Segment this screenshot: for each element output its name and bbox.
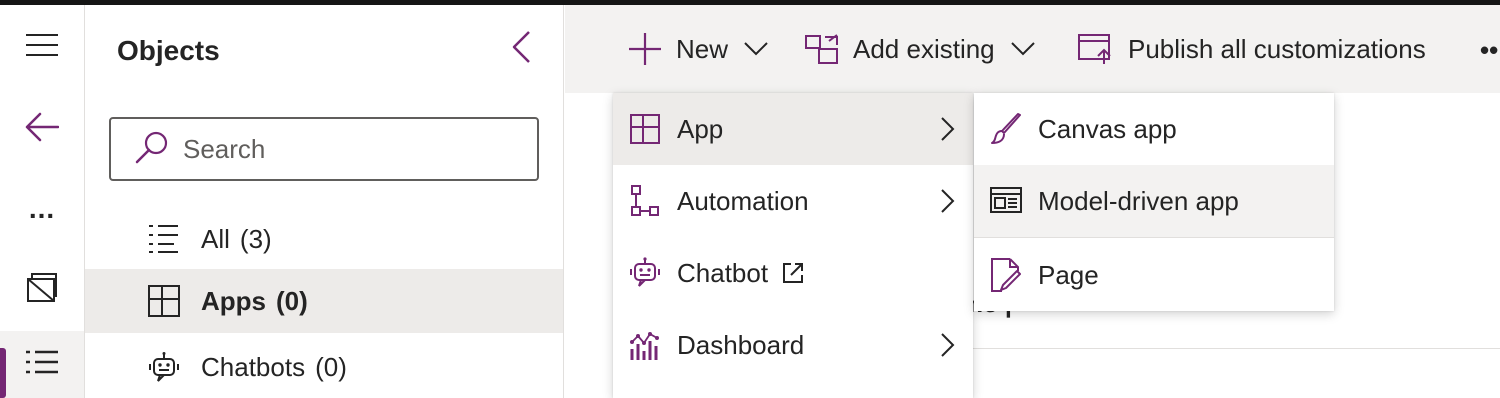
nav-item-label: Chatbots bbox=[201, 351, 306, 382]
new-button[interactable]: New bbox=[628, 5, 768, 93]
chatbot-icon bbox=[629, 257, 661, 289]
submenu-item-label: Canvas app bbox=[1038, 113, 1177, 144]
app-submenu: Canvas app Model-driven app Page bbox=[974, 93, 1334, 311]
objects-pane: Objects All (3) Apps (0) Chatbots (0) bbox=[85, 5, 564, 398]
more-commands-button[interactable]: •• bbox=[1480, 35, 1498, 66]
chevron-down-icon bbox=[1010, 42, 1035, 56]
objects-button[interactable] bbox=[0, 331, 84, 398]
background-divider bbox=[960, 348, 1500, 349]
menu-item-label: App bbox=[677, 113, 724, 144]
hamburger-menu-icon bbox=[25, 33, 59, 62]
solutions-icon bbox=[26, 271, 58, 308]
apps-grid-icon bbox=[147, 284, 181, 318]
menu-item-label: Chatbot bbox=[677, 257, 769, 288]
paintbrush-icon bbox=[990, 113, 1022, 145]
automation-flow-icon bbox=[629, 185, 661, 217]
new-dropdown-menu: App Automation Chatbot Dashboard bbox=[613, 93, 973, 398]
collapse-pane-button[interactable] bbox=[503, 29, 539, 69]
menu-item-chatbot[interactable]: Chatbot bbox=[613, 237, 973, 309]
nav-item-label: All bbox=[201, 223, 230, 254]
menu-item-dashboard[interactable]: Dashboard bbox=[613, 309, 973, 381]
solutions-button[interactable] bbox=[0, 259, 84, 319]
nav-item-count: (0) bbox=[315, 351, 347, 382]
dashboard-chart-icon bbox=[629, 329, 661, 361]
add-existing-label: Add existing bbox=[853, 33, 995, 64]
external-link-icon bbox=[782, 262, 804, 284]
menu-item-label: Dashboard bbox=[677, 329, 805, 360]
menu-item-label: Automation bbox=[677, 185, 809, 216]
left-rail: ... bbox=[0, 5, 85, 398]
back-button[interactable] bbox=[0, 99, 84, 159]
publish-label: Publish all customizations bbox=[1128, 33, 1426, 64]
add-existing-icon bbox=[805, 33, 839, 65]
bot-icon bbox=[147, 350, 181, 384]
command-bar: New Add existing Publish all customizati… bbox=[565, 5, 1500, 93]
search-input[interactable] bbox=[183, 133, 523, 165]
nav-item-label: Apps bbox=[201, 285, 266, 316]
page-edit-icon bbox=[990, 258, 1022, 292]
nav-item-count: (0) bbox=[276, 285, 308, 316]
submenu-item-model-driven-app[interactable]: Model-driven app bbox=[974, 165, 1334, 237]
chevron-down-icon bbox=[744, 42, 768, 56]
submenu-item-label: Model-driven app bbox=[1038, 185, 1239, 216]
hamburger-menu-button[interactable] bbox=[0, 17, 84, 77]
search-box[interactable] bbox=[109, 117, 539, 181]
submenu-divider bbox=[974, 237, 1334, 238]
rail-more-button[interactable]: ... bbox=[0, 185, 84, 245]
chevron-right-icon bbox=[941, 117, 955, 148]
chevron-right-icon bbox=[941, 189, 955, 220]
objects-list-icon bbox=[25, 349, 59, 380]
chevron-right-icon bbox=[941, 333, 955, 364]
active-indicator bbox=[0, 348, 6, 398]
menu-item-app[interactable]: App bbox=[613, 93, 973, 165]
publish-all-button[interactable]: Publish all customizations bbox=[1078, 5, 1426, 93]
add-existing-button[interactable]: Add existing bbox=[805, 5, 1035, 93]
new-label: New bbox=[676, 33, 729, 64]
nav-item-apps[interactable]: Apps (0) bbox=[85, 269, 563, 333]
model-driven-app-icon bbox=[990, 185, 1022, 217]
submenu-item-label: Page bbox=[1038, 259, 1099, 290]
app-grid-icon bbox=[629, 113, 661, 145]
nav-item-chatbots[interactable]: Chatbots (0) bbox=[85, 335, 563, 398]
submenu-item-page[interactable]: Page bbox=[974, 239, 1334, 311]
search-icon bbox=[135, 130, 169, 169]
menu-item-automation[interactable]: Automation bbox=[613, 165, 973, 237]
list-icon bbox=[147, 222, 181, 256]
publish-icon bbox=[1078, 33, 1114, 65]
more-dots-icon: ... bbox=[28, 193, 56, 224]
submenu-item-canvas-app[interactable]: Canvas app bbox=[974, 93, 1334, 165]
chevron-left-icon bbox=[511, 30, 531, 69]
plus-icon bbox=[628, 32, 662, 66]
pane-title: Objects bbox=[117, 35, 220, 66]
nav-item-all[interactable]: All (3) bbox=[85, 207, 563, 271]
back-arrow-icon bbox=[25, 112, 60, 147]
nav-item-count: (3) bbox=[239, 223, 272, 254]
